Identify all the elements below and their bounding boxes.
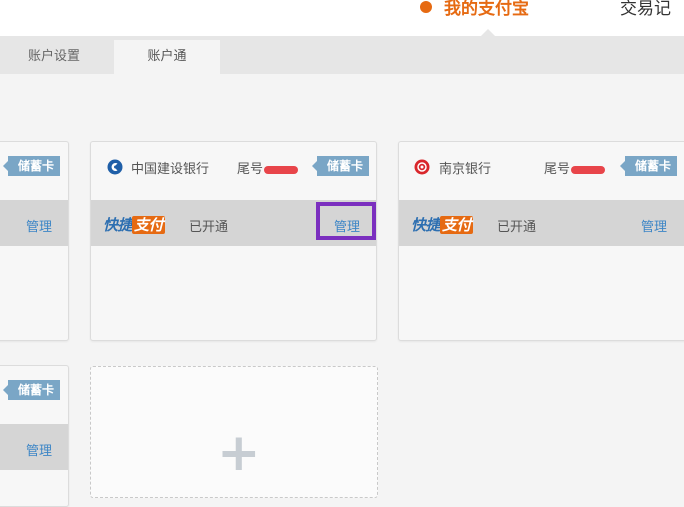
nav-active-dot-icon <box>420 0 432 13</box>
highlight-box <box>316 202 376 240</box>
card-quickpay-bar: 管理 <box>0 200 68 246</box>
card-tail-number: 尾号 <box>237 158 299 177</box>
quickpay-logo: 快捷 支付 <box>411 216 474 234</box>
tail-label: 尾号 <box>237 162 264 177</box>
bank-card-left-top: 储蓄卡 管理 <box>0 141 69 341</box>
quickpay-logo: 快捷 支付 <box>103 216 166 234</box>
sub-navigation: 账户设置 账户通 <box>0 36 684 74</box>
masked-number <box>571 165 606 174</box>
manage-link[interactable]: 管理 <box>26 440 52 459</box>
manage-link[interactable]: 管理 <box>26 216 52 235</box>
card-header: 南京银行 尾号 储蓄卡 <box>399 142 684 198</box>
add-bank-card-button[interactable]: + <box>90 366 378 498</box>
card-header: 储蓄卡 <box>0 142 68 198</box>
debit-card-tag: 储蓄卡 <box>2 380 61 400</box>
nanjing-bank-logo-icon <box>414 159 430 175</box>
card-tail-number: 尾号 <box>544 158 606 177</box>
plus-icon: + <box>217 423 261 483</box>
manage-link[interactable]: 管理 <box>641 216 667 235</box>
nav-caret-icon <box>481 29 495 36</box>
bank-card-nanjing: 南京银行 尾号 储蓄卡 快捷 支付 已开通 管理 <box>398 141 684 341</box>
debit-card-tag: 储蓄卡 <box>2 156 61 176</box>
debit-card-tag: 储蓄卡 <box>311 156 370 176</box>
nav-my-alipay-label: 我的支付宝 <box>444 0 529 19</box>
nav-transactions[interactable]: 交易记 <box>620 0 671 19</box>
card-quickpay-bar: 管理 <box>0 424 68 470</box>
quickpay-status: 已开通 <box>189 220 229 235</box>
tail-label: 尾号 <box>544 162 571 177</box>
bank-card-ccb: 中国建设银行 尾号 储蓄卡 快捷 支付 已开通 管理 <box>90 141 377 341</box>
tab-account-settings[interactable]: 账户设置 <box>0 40 108 74</box>
card-quickpay-bar: 快捷 支付 已开通 管理 <box>399 200 684 246</box>
masked-number <box>264 165 299 174</box>
card-header: 中国建设银行 尾号 储蓄卡 <box>91 142 376 198</box>
bank-card-left-bottom: 储蓄卡 管理 <box>0 365 69 507</box>
debit-card-tag: 储蓄卡 <box>619 156 678 176</box>
nav-my-alipay[interactable]: 我的支付宝 <box>420 0 529 19</box>
tab-account-link[interactable]: 账户通 <box>114 40 220 74</box>
bank-name: 中国建设银行 <box>131 162 210 177</box>
top-navigation: 我的支付宝 交易记 <box>0 0 684 36</box>
ccb-logo-icon <box>107 159 123 175</box>
quickpay-status: 已开通 <box>497 220 537 235</box>
card-header: 储蓄卡 <box>0 366 68 422</box>
bank-name: 南京银行 <box>439 162 492 177</box>
